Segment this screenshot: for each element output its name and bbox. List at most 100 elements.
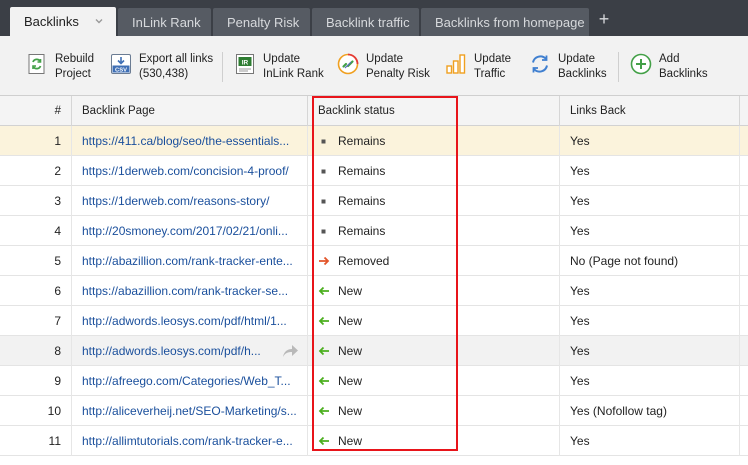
add-backlinks-label: Add Backlinks — [659, 53, 708, 80]
table-row[interactable]: 10 http://aliceverheij.net/SEO-Marketing/… — [0, 396, 748, 426]
update-traffic-label: Update Traffic — [474, 53, 512, 80]
links-back-cell: Yes — [560, 366, 740, 396]
add-backlinks-button[interactable]: Add Backlinks — [630, 52, 708, 82]
tab-inlink-rank[interactable]: InLink Rank — [118, 8, 211, 36]
column-header-links-back[interactable]: Links Back — [560, 96, 740, 126]
backlink-page-link[interactable]: http://abazillion.com/rank-tracker-ente.… — [72, 246, 308, 276]
backlink-status-cell: New — [308, 426, 560, 456]
chevron-down-icon[interactable] — [94, 16, 104, 26]
backlink-status-cell: New — [308, 276, 560, 306]
tab-label: Backlink traffic — [326, 14, 410, 30]
arrow-left-icon — [318, 344, 338, 358]
backlink-page-link[interactable]: http://aliceverheij.net/SEO-Marketing/s.… — [72, 396, 308, 426]
backlink-status-cell: New — [308, 396, 560, 426]
arrow-left-icon — [318, 434, 338, 448]
arrow-right-icon — [318, 254, 338, 268]
backlink-page-link[interactable]: https://abazillion.com/rank-tracker-se..… — [72, 276, 308, 306]
backlink-status-text: Remains — [338, 224, 386, 238]
csv-badge: CSV — [115, 67, 127, 73]
row-number: 1 — [0, 126, 72, 156]
square-bullet-icon — [318, 194, 338, 208]
backlink-status-cell: Remains — [308, 156, 560, 186]
backlink-status-cell: Remains — [308, 126, 560, 156]
backlink-status-text: Removed — [338, 254, 390, 268]
backlink-status-text: New — [338, 404, 363, 418]
square-bullet-icon — [318, 224, 338, 238]
table-row[interactable]: 1 https://411.ca/blog/seo/the-essentials.… — [0, 126, 748, 156]
row-tail — [740, 306, 748, 336]
table-row[interactable]: 3 https://1derweb.com/reasons-story/Remai… — [0, 186, 748, 216]
backlink-status-text: New — [338, 434, 363, 448]
update-backlinks-label: Update Backlinks — [558, 53, 607, 80]
csv-export-icon: CSV — [111, 54, 131, 74]
row-number: 6 — [0, 276, 72, 306]
backlink-page-link[interactable]: http://20smoney.com/2017/02/21/onli... — [72, 216, 308, 246]
tab-label: Backlinks from homepage — [435, 14, 585, 30]
column-header-backlink-page[interactable]: Backlink Page — [72, 96, 308, 126]
update-inlink-rank-button[interactable]: IR Update InLink Rank — [234, 52, 324, 82]
export-all-links-button[interactable]: CSV Export all links (530,438) — [110, 52, 213, 82]
square-bullet-icon — [318, 134, 338, 148]
row-tail — [740, 156, 748, 186]
square-bullet-icon — [318, 164, 338, 178]
update-traffic-button[interactable]: Update Traffic — [445, 52, 511, 82]
tab-penalty-risk[interactable]: Penalty Risk — [213, 8, 310, 36]
backlink-status-cell: New — [308, 366, 560, 396]
arrow-left-icon — [318, 404, 338, 418]
backlink-page-link[interactable]: http://afreego.com/Categories/Web_T... — [72, 366, 308, 396]
backlink-page-link[interactable]: https://1derweb.com/reasons-story/ — [72, 186, 308, 216]
row-tail — [740, 396, 748, 426]
toolbar: Rebuild Project CSV Export all links (53… — [0, 36, 748, 96]
table-row[interactable]: 6 https://abazillion.com/rank-tracker-se.… — [0, 276, 748, 306]
links-back-cell: Yes — [560, 336, 740, 366]
tab-label: Backlinks — [24, 14, 79, 29]
backlink-status-cell: New — [308, 336, 560, 366]
links-back-cell: Yes — [560, 216, 740, 246]
tab-backlinks[interactable]: Backlinks — [10, 7, 116, 36]
traffic-bars-icon — [446, 54, 466, 74]
links-back-cell: No (Page not found) — [560, 246, 740, 276]
row-number: 11 — [0, 426, 72, 456]
toolbar-divider — [618, 52, 619, 82]
links-back-cell: Yes — [560, 126, 740, 156]
table-row[interactable]: 7 http://adwords.leosys.com/pdf/html/1...… — [0, 306, 748, 336]
tab-backlink-traffic[interactable]: Backlink traffic — [312, 8, 419, 36]
ir-badge: IR — [242, 59, 249, 66]
row-number: 10 — [0, 396, 72, 426]
row-tail — [740, 126, 748, 156]
backlink-status-text: New — [338, 284, 363, 298]
backlink-status-text: Remains — [338, 194, 386, 208]
backlink-status-text: Remains — [338, 164, 386, 178]
backlink-page-link[interactable]: http://adwords.leosys.com/pdf/html/1... — [72, 306, 308, 336]
row-tail — [740, 336, 748, 366]
table-row[interactable]: 5 http://abazillion.com/rank-tracker-ente… — [0, 246, 748, 276]
links-back-cell: Yes (Nofollow tag) — [560, 396, 740, 426]
tab-label: InLink Rank — [132, 14, 201, 30]
penalty-risk-icon — [337, 53, 359, 75]
row-number: 4 — [0, 216, 72, 246]
update-penalty-risk-button[interactable]: Update Penalty Risk — [337, 52, 430, 82]
backlink-page-link[interactable]: https://1derweb.com/concision-4-proof/ — [72, 156, 308, 186]
update-backlinks-button[interactable]: Update Backlinks — [529, 52, 607, 82]
backlink-page-link[interactable]: https://411.ca/blog/seo/the-essentials..… — [72, 126, 308, 156]
table-row[interactable]: 4 http://20smoney.com/2017/02/21/onli... R… — [0, 216, 748, 246]
table-row[interactable]: 2 https://1derweb.com/concision-4-proof/R… — [0, 156, 748, 186]
backlink-page-link[interactable]: http://adwords.leosys.com/pdf/h... — [72, 336, 308, 366]
backlink-page-link[interactable]: http://allimtutorials.com/rank-tracker-e… — [72, 426, 308, 456]
table-row[interactable]: 11 http://allimtutorials.com/rank-tracker… — [0, 426, 748, 456]
column-header-backlink-status[interactable]: Backlink status — [308, 96, 560, 126]
tab-label: Penalty Risk — [227, 14, 300, 30]
tab-backlinks-from-homepage[interactable]: Backlinks from homepage — [421, 8, 589, 36]
row-number: 3 — [0, 186, 72, 216]
inlink-rank-icon: IR — [236, 54, 254, 74]
column-header-num[interactable]: # — [0, 96, 72, 126]
row-tail — [740, 426, 748, 456]
backlink-status-text: New — [338, 344, 363, 358]
add-tab-icon[interactable]: + — [596, 10, 612, 28]
table-row[interactable]: 8 http://adwords.leosys.com/pdf/h... New Ye… — [0, 336, 748, 366]
row-tail — [740, 216, 748, 246]
rebuild-icon — [28, 54, 45, 74]
links-back-cell: Yes — [560, 276, 740, 306]
rebuild-project-button[interactable]: Rebuild Project — [26, 52, 94, 82]
table-row[interactable]: 9 http://afreego.com/Categories/Web_T... N… — [0, 366, 748, 396]
